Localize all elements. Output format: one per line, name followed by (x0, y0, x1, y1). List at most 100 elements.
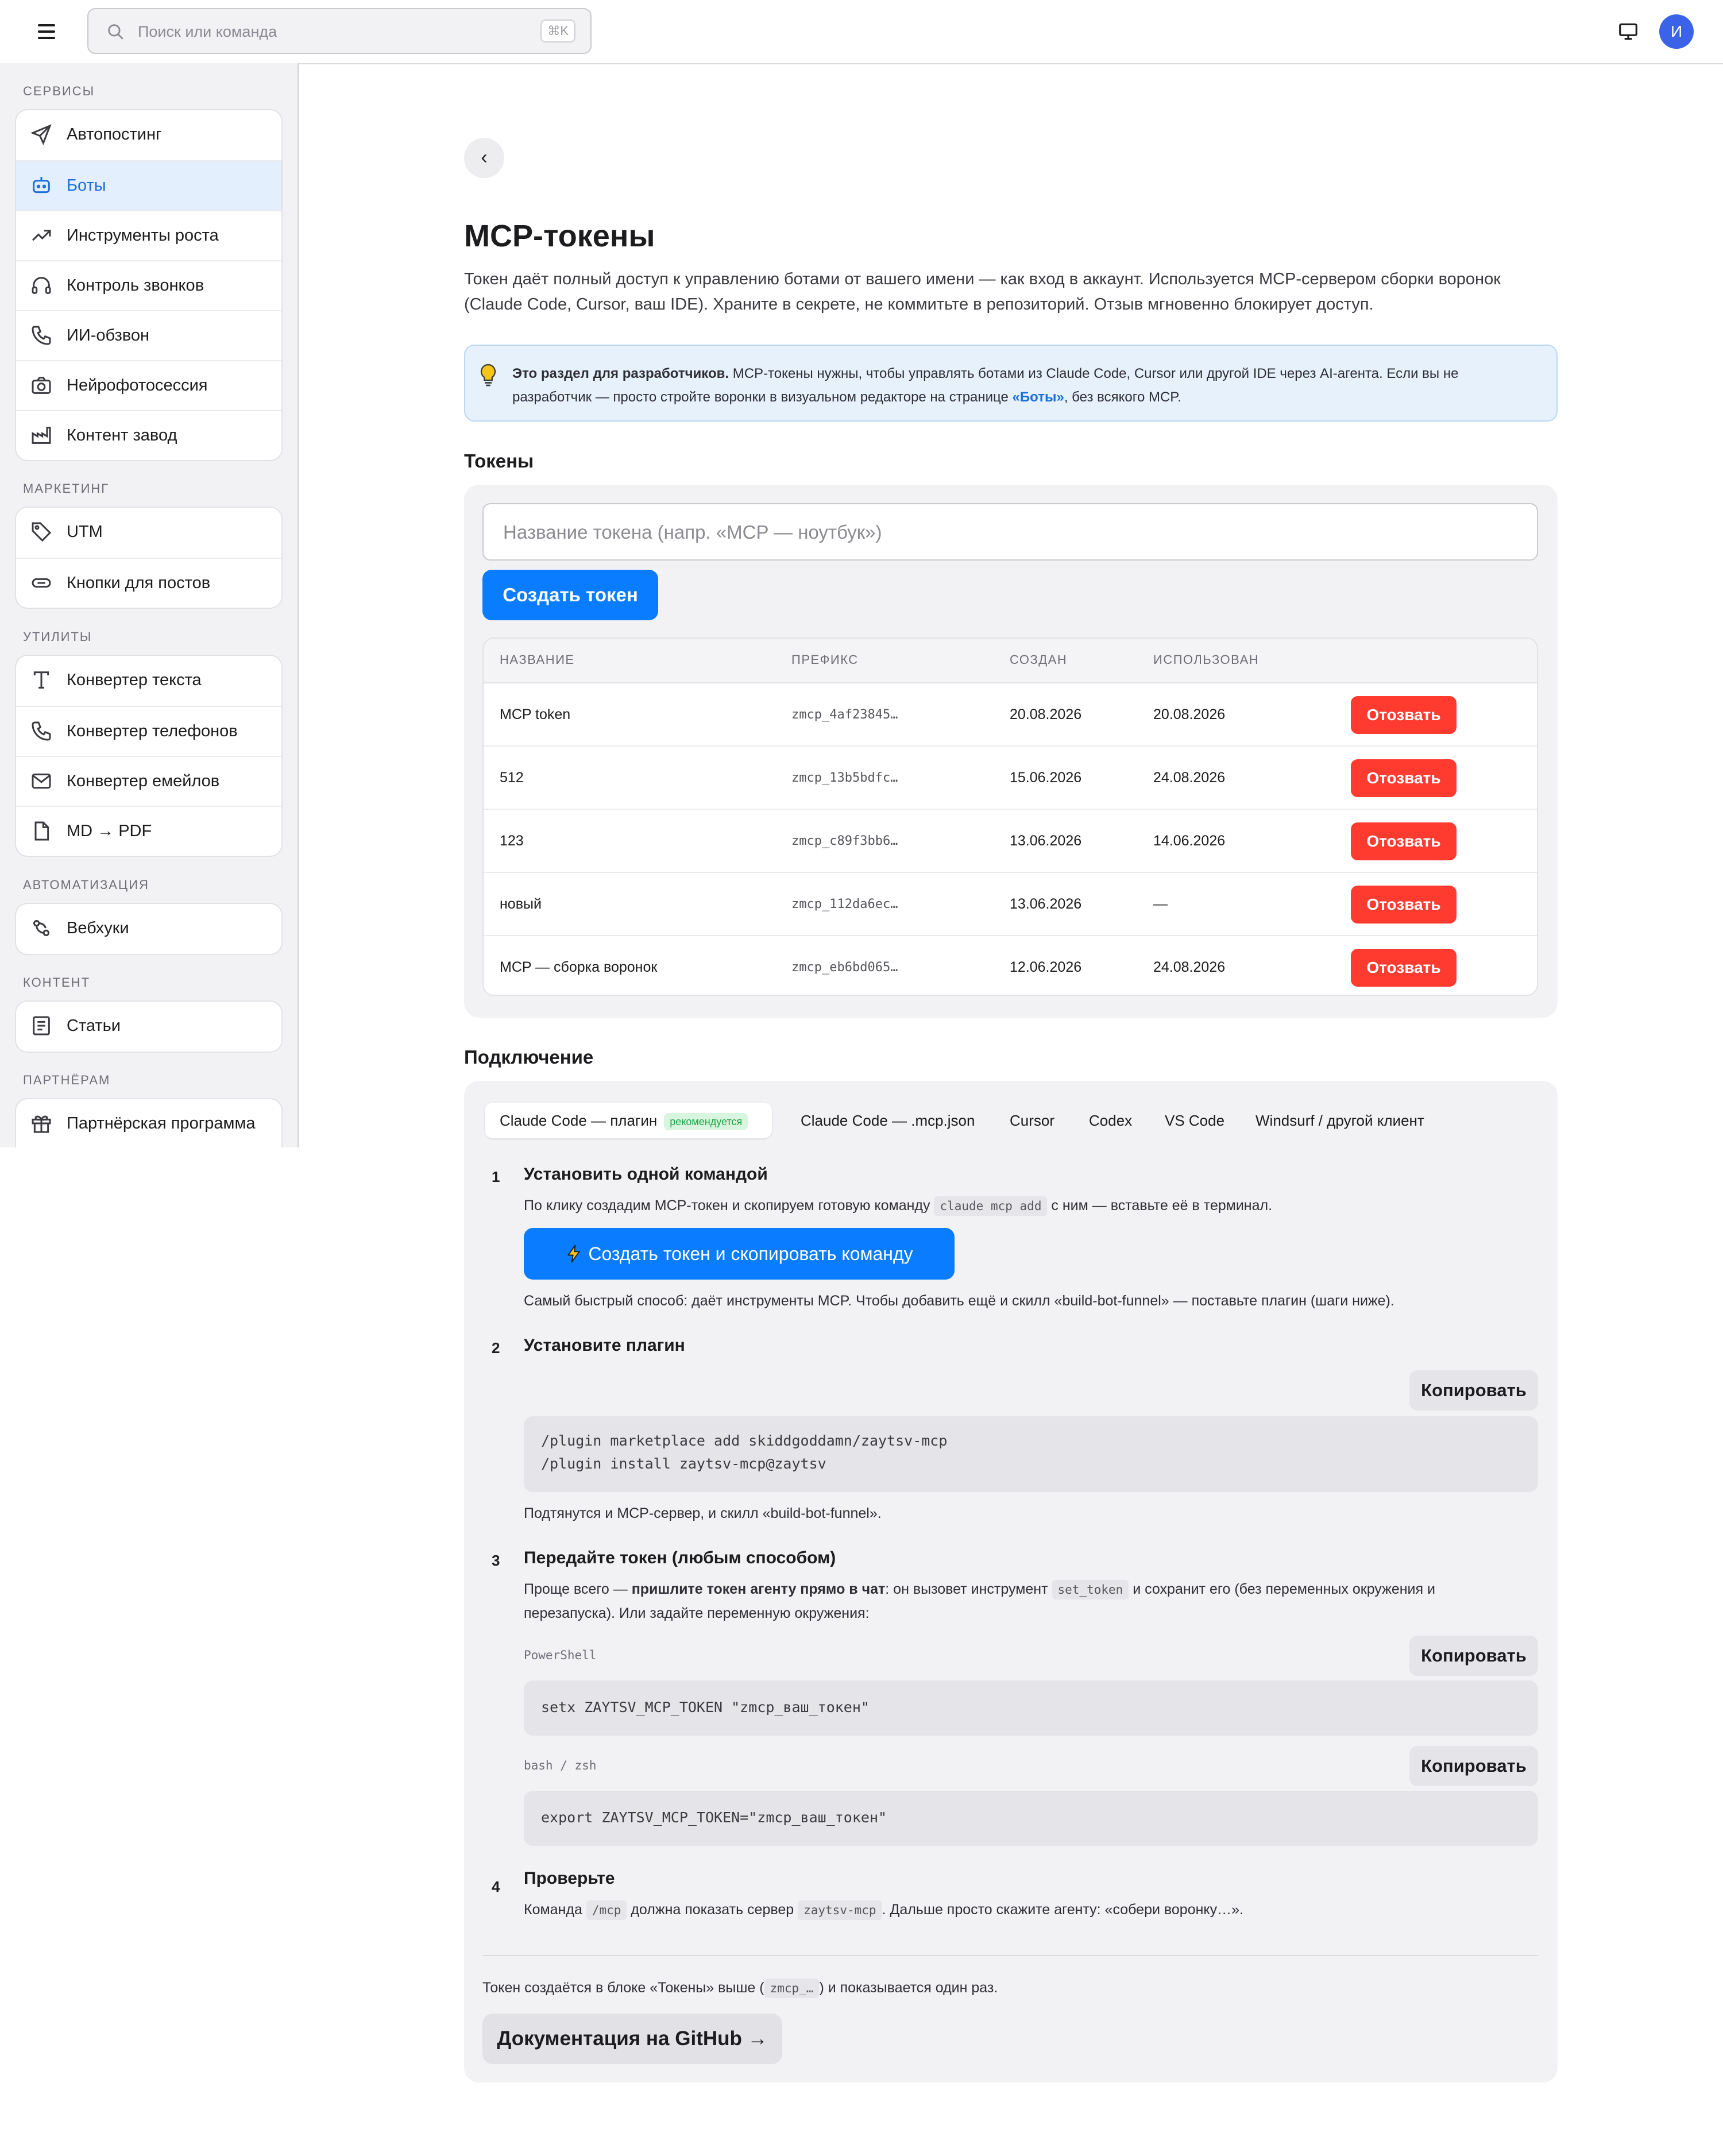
token-name-input[interactable]: Название токена (напр. «MCP — ноутбук») (482, 503, 1538, 561)
revoke-button[interactable]: Отозвать (1351, 949, 1457, 987)
info-bold-text: Это раздел для разработчиков. (512, 366, 729, 381)
article-icon (33, 1016, 50, 1036)
sidebar-item-ai-calls[interactable]: ИИ-обзвон (16, 310, 281, 360)
tab-windsurf[interactable]: Windsurf / другой клиент (1255, 1103, 1424, 1138)
sidebar-item-label: Автопостинг (67, 125, 162, 144)
sidebar-item-neuro-photo[interactable]: Нейрофотосессия (16, 360, 281, 410)
github-docs-button[interactable]: Документация на GitHub → (482, 2014, 782, 2064)
step-title: Установить одной командой (524, 1165, 768, 1184)
column-header-used: ИСПОЛЬЗОВАН (1153, 652, 1260, 667)
sidebar-item-webhooks[interactable]: Вебхуки (16, 904, 281, 954)
sidebar-item-label: Контроль звонков (67, 276, 204, 295)
tab-vs-code[interactable]: VS Code (1165, 1103, 1224, 1138)
inline-code: zaytsv-mcp (798, 1900, 882, 1920)
step-text: По клику создадим MCP-токен и скопируем … (524, 1197, 934, 1214)
bots-link[interactable]: «Боты» (1013, 389, 1064, 405)
page-title: MCP-токены (464, 219, 655, 253)
tab-claude-plugin[interactable]: Claude Code — плагин рекомендуется (485, 1103, 772, 1138)
sidebar-item-label: Контент завод (67, 426, 177, 445)
sidebar-item-email-converter[interactable]: Конвертер емейлов (16, 756, 281, 806)
sidebar-item-articles[interactable]: Статьи (16, 1002, 281, 1052)
step-title: Передайте токен (любым способом) (524, 1548, 836, 1567)
sidebar-section-label: ПАРТНЁРАМ (23, 1073, 111, 1087)
webhook-icon (33, 920, 50, 936)
sidebar-item-content-factory[interactable]: Контент завод (16, 410, 281, 460)
revoke-button[interactable]: Отозвать (1351, 886, 1457, 924)
sidebar-item-autoposting[interactable]: Автопостинг (16, 110, 281, 160)
code-label-powershell: PowerShell (524, 1648, 597, 1662)
copy-button[interactable]: Копировать (1409, 1636, 1538, 1676)
token-name: MCP — сборка воронок (500, 959, 658, 975)
token-name: 512 (500, 770, 524, 786)
token-used: 20.08.2026 (1153, 706, 1226, 722)
token-prefix: zmcp_c89f3bb6… (791, 834, 898, 848)
sidebar-item-label: Инструменты роста (67, 226, 219, 245)
copy-button[interactable]: Копировать (1409, 1746, 1538, 1786)
tab-cursor[interactable]: Cursor (1010, 1103, 1054, 1138)
revoke-button[interactable]: Отозвать (1351, 822, 1457, 860)
code-line: /plugin install zaytsv-mcp@zaytsv (541, 1455, 826, 1472)
phone-icon (32, 721, 51, 741)
table-row: MCP token zmcp_4af23845… 20.08.2026 20.0… (484, 683, 1537, 747)
sidebar-item-call-control[interactable]: Контроль звонков (16, 260, 281, 310)
bot-icon (33, 177, 50, 194)
plugin-code-block: /plugin marketplace add skiddgoddamn/zay… (524, 1416, 1538, 1492)
sidebar-item-bots[interactable]: Боты (16, 160, 281, 210)
sidebar-item-post-buttons[interactable]: Кнопки для постов (16, 558, 281, 608)
menu-icon[interactable] (36, 23, 59, 40)
create-and-copy-command-button[interactable]: Создать токен и скопировать команду (524, 1228, 955, 1280)
top-bar: Поиск или команда ⌘K И (0, 0, 1723, 64)
tab-claude-mcp-json[interactable]: Claude Code — .mcp.json (801, 1103, 975, 1138)
monitor-icon[interactable] (1617, 21, 1639, 42)
sidebar-item-utm[interactable]: UTM (16, 508, 281, 558)
back-button[interactable]: ‹ (464, 138, 504, 178)
revoke-button[interactable]: Отозвать (1351, 759, 1457, 797)
lightbulb-icon (480, 364, 496, 387)
gift-icon (32, 1115, 51, 1133)
token-created: 20.08.2026 (1010, 706, 1082, 722)
sidebar-group-partners: Партнёрская программа (15, 1098, 283, 1147)
code-line: /plugin marketplace add skiddgoddamn/zay… (541, 1432, 948, 1449)
inline-code: zmcp_… (764, 1979, 820, 1998)
camera-icon (32, 377, 51, 394)
bash-code-block: export ZAYTSV_MCP_TOKEN="zmcp_ваш_токен" (524, 1791, 1538, 1846)
sidebar-item-growth-tools[interactable]: Инструменты роста (16, 210, 281, 260)
token-used: 24.08.2026 (1153, 959, 1226, 975)
copy-button[interactable]: Копировать (1409, 1370, 1538, 1411)
sidebar-section-label: АВТОМАТИЗАЦИЯ (23, 878, 149, 892)
step-text: должна показать сервер (627, 1902, 798, 1918)
token-created: 12.06.2026 (1010, 959, 1082, 975)
sidebar-item-label: Боты (67, 176, 106, 195)
sidebar-section-label: КОНТЕНТ (23, 975, 91, 990)
revoke-button[interactable]: Отозвать (1351, 696, 1457, 734)
button-label: Создать токен и скопировать команду (588, 1243, 913, 1264)
tab-codex[interactable]: Codex (1089, 1103, 1132, 1138)
token-prefix: zmcp_4af23845… (791, 708, 898, 722)
sidebar-group-utilities: Конвертер текста Конвертер телефонов Кон… (15, 655, 283, 857)
inline-code: set_token (1052, 1580, 1129, 1599)
factory-icon (32, 427, 51, 444)
sidebar-item-text-converter[interactable]: Конвертер текста (16, 656, 281, 706)
step-title: Проверьте (524, 1869, 615, 1888)
sidebar-item-phone-converter[interactable]: Конвертер телефонов (16, 706, 281, 756)
sidebar-item-label: Статьи (67, 1017, 121, 1035)
column-header-name: НАЗВАНИЕ (500, 652, 575, 667)
token-prefix: zmcp_112da6ec… (791, 897, 898, 911)
search-placeholder: Поиск или команда (138, 23, 277, 40)
step-number: 3 (492, 1552, 500, 1569)
tag-icon (32, 522, 52, 542)
token-created: 13.06.2026 (1010, 833, 1082, 849)
step-description: Команда /mcp должна показать сервер zayt… (524, 1898, 1523, 1922)
lightning-icon (567, 1245, 580, 1263)
create-token-button[interactable]: Создать токен (482, 570, 658, 620)
search-input[interactable]: Поиск или команда ⌘K (87, 8, 592, 54)
tab-label: Claude Code — плагин (500, 1112, 658, 1129)
sidebar-item-md-pdf[interactable]: MD → PDF (16, 806, 281, 856)
avatar[interactable]: И (1659, 14, 1694, 49)
step-text: . Дальше просто скажите агенту: «собери … (882, 1902, 1243, 1918)
sidebar-item-partner-program[interactable]: Партнёрская программа (16, 1099, 281, 1147)
table-row: 123 zmcp_c89f3bb6… 13.06.2026 14.06.2026… (484, 810, 1537, 873)
sidebar-item-label: ИИ-обзвон (67, 326, 149, 345)
sidebar-item-label: Вебхуки (67, 919, 129, 937)
info-text-end: , без всякого MCP. (1064, 389, 1181, 405)
